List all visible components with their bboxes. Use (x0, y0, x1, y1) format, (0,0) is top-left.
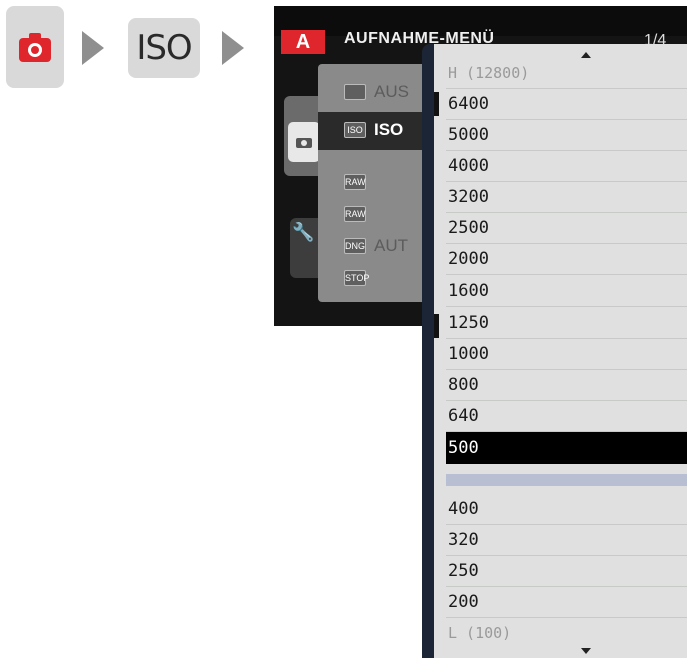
selection-shadow (446, 474, 687, 486)
iso-option[interactable]: 2500 (446, 213, 687, 244)
timer-icon (344, 84, 366, 100)
iso-option[interactable]: 2000 (446, 244, 687, 275)
iso-option[interactable]: 1600 (446, 276, 687, 307)
list-marker (434, 314, 439, 338)
iso-option[interactable]: 6400 (446, 89, 687, 120)
iso-option[interactable]: H (12800) (446, 58, 687, 89)
menu-row-label: AUT (374, 236, 408, 255)
iso-value-list: H (12800) 6400 5000 4000 3200 2500 2000 … (422, 44, 687, 658)
scroll-down-icon[interactable] (581, 648, 591, 654)
mode-badge: A (281, 30, 325, 54)
menu-row-label: ISO (374, 120, 404, 139)
iso-option[interactable]: L (100) (446, 618, 687, 649)
iso-option[interactable]: 5000 (446, 120, 687, 151)
menu-row-raw2[interactable]: RAW (344, 202, 366, 226)
iso-option[interactable]: 320 (446, 525, 687, 556)
dng-icon: DNG (344, 238, 366, 254)
raw-icon: RAW (344, 174, 366, 190)
iso-option[interactable]: 800 (446, 370, 687, 401)
iso-icon: ISO (344, 122, 366, 138)
stop-icon: STOP (344, 270, 369, 286)
wrench-icon: 🔧 (292, 222, 315, 243)
menu-row-timer[interactable]: AUS (344, 80, 409, 104)
menu-row-iso[interactable]: ISO ISO (344, 118, 403, 142)
iso-option[interactable]: 3200 (446, 182, 687, 213)
menu-row-stop[interactable]: STOP (344, 266, 369, 290)
list-marker (434, 92, 439, 116)
iso-option[interactable]: 1250 (446, 308, 687, 339)
iso-breadcrumb: ISO (128, 18, 200, 78)
iso-option[interactable]: 250 (446, 556, 687, 587)
iso-option[interactable]: 640 (446, 401, 687, 432)
breadcrumb-arrow-icon (222, 31, 244, 65)
menu-row-raw[interactable]: RAW (344, 170, 366, 194)
camera-menu-icon (6, 6, 64, 88)
iso-option[interactable]: 400 (446, 494, 687, 525)
menu-row-label: AUS (374, 82, 409, 101)
iso-option[interactable]: 1000 (446, 339, 687, 370)
camera-icon (19, 33, 51, 62)
raw2-icon: RAW (344, 206, 366, 222)
iso-option-selected[interactable]: 500 (446, 432, 687, 464)
camera-tab-icon (288, 122, 320, 162)
iso-option[interactable]: 4000 (446, 151, 687, 182)
menu-row-dng[interactable]: DNG AUT (344, 234, 408, 258)
breadcrumb-arrow-icon (82, 31, 104, 65)
iso-option[interactable]: 200 (446, 587, 687, 618)
iso-breadcrumb-label: ISO (136, 28, 192, 68)
